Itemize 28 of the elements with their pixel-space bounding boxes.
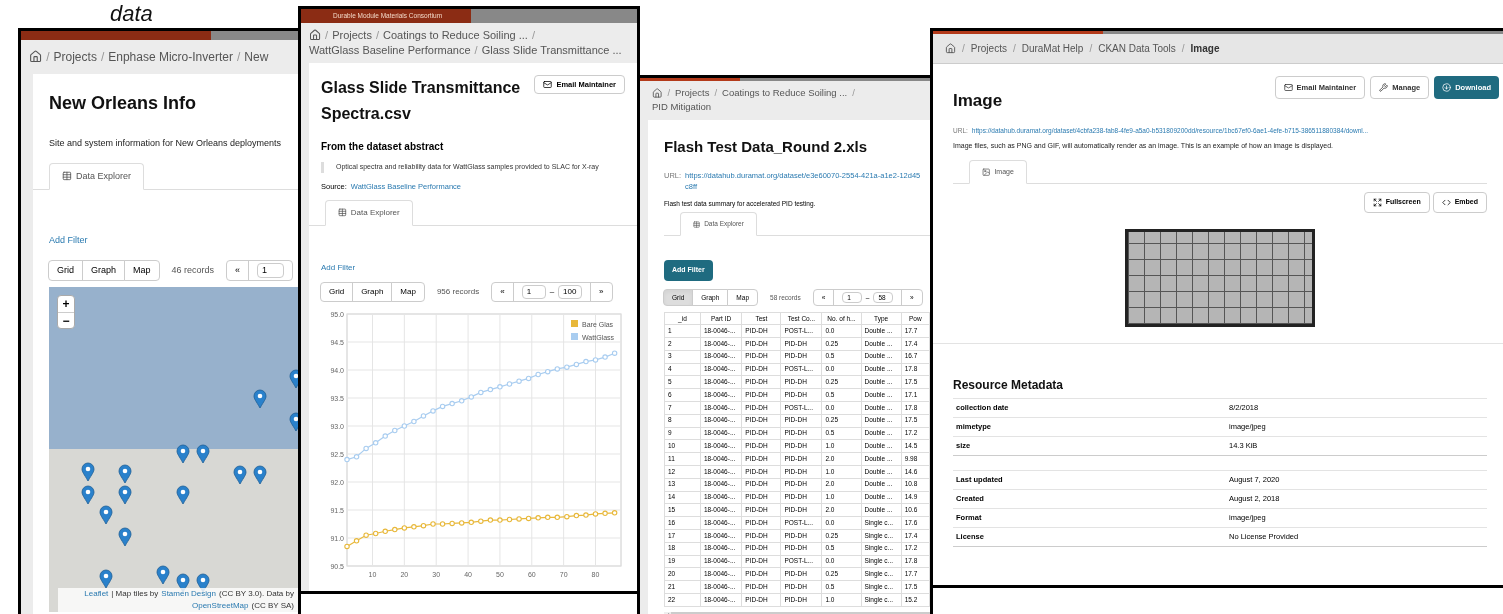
attribution-text: (CC BY SA) <box>251 600 294 612</box>
breadcrumb-separator: / <box>474 43 478 58</box>
breadcrumb-separator: / <box>531 28 535 43</box>
page-title: New Orleans Info <box>49 92 198 115</box>
page-title: Glass Slide Transmittance Spectra.csv <box>321 78 521 124</box>
page-title: Image <box>953 90 1003 112</box>
breadcrumb-separator: / <box>100 49 105 66</box>
breadcrumb-separator: / <box>1089 42 1093 56</box>
attribution-text: (CC BY 3.0). Data by <box>219 588 294 600</box>
page-title: Flash Test Data_Round 2.xls <box>664 136 869 157</box>
breadcrumb-separator: / <box>1012 42 1016 56</box>
record-count: 956 records <box>436 285 480 298</box>
section-heading: From the dataset abstract <box>321 140 445 154</box>
breadcrumb-separator: / <box>236 49 241 66</box>
attribution-text: | Map tiles by <box>111 588 159 600</box>
breadcrumb-separator: / <box>714 86 718 100</box>
breadcrumb-separator: / <box>46 49 50 66</box>
section-heading: Resource Metadata <box>953 376 1065 394</box>
breadcrumb-separator: / <box>667 86 671 100</box>
breadcrumb-separator: / <box>325 28 329 43</box>
breadcrumb-separator: / <box>375 28 379 43</box>
record-count: 46 records <box>171 263 215 277</box>
slide-heading: data <box>110 3 153 25</box>
breadcrumb-separator: / <box>1181 42 1185 56</box>
range-dash: – <box>549 285 555 298</box>
description: Site and system information for New Orleans deployments <box>49 137 283 150</box>
breadcrumb-separator: / <box>962 42 965 56</box>
breadcrumb-separator: / <box>852 86 855 100</box>
